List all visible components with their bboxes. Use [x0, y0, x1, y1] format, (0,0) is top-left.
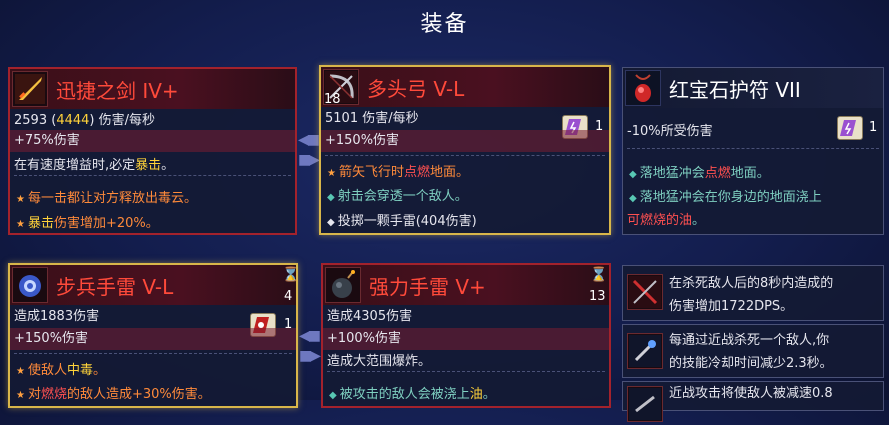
perk-text: 近战攻击将使敌人被减速0.8 [669, 386, 833, 401]
item-name: 步兵手雷 V-L [56, 275, 174, 299]
bonus-line: +150%伤害 [10, 328, 296, 350]
equipment-card-power-grenade[interactable]: 强力手雷 V+ ⌛ 13 造成4305伤害 +100%伤害 造成大范围爆炸。 ◆… [321, 263, 611, 408]
scroll-tag-icon[interactable] [837, 116, 863, 140]
dps-line: 2593 (4444) 伤害/每秒 [14, 113, 156, 128]
dps-line: 5101 伤害/每秒 [325, 111, 419, 126]
star-icon: ★ [16, 390, 25, 401]
diamond-icon: ◆ [327, 217, 335, 228]
effect-line: ◆ 落地猛冲会在你身边的地面浇上 [629, 190, 822, 205]
effect-line: ★ 对燃烧的敌人造成+30%伤害。 [16, 387, 211, 402]
diamond-icon: ◆ [327, 192, 335, 203]
equipment-card-grenade[interactable]: 步兵手雷 V-L ⌛ 4 造成1883伤害 1 +150%伤害 ★ 使敌人中毒。 … [8, 263, 300, 408]
effect-line: ◆ 投掷一颗手雷(404伤害) [327, 214, 477, 229]
effect-line: ★ 使敌人中毒。 [16, 363, 107, 378]
cooldown-icon [627, 333, 663, 369]
tag-count: 1 [869, 120, 878, 135]
star-icon: ★ [16, 194, 25, 205]
equipment-card-amulet[interactable]: 红宝石护符 VII -10%所受伤害 1 ◆ 落地猛冲会点燃地面。 ◆ 落地猛冲会在… [622, 67, 884, 235]
perk-card[interactable]: 在杀死敌人后的8秒内造成的 伤害增加1722DPS。 [622, 265, 884, 321]
perk-text: 伤害增加1722DPS。 [669, 299, 794, 314]
perk-card[interactable]: 每通过近战杀死一个敌人,你 的技能冷却时间减少2.3秒。 [622, 324, 884, 378]
sword-icon [12, 71, 48, 107]
item-name: 迅捷之剑 IV+ [56, 79, 179, 103]
arrow-left-icon: ◀■ [299, 328, 321, 344]
item-level: 18 [324, 92, 341, 107]
bow-icon: 18 [323, 69, 359, 107]
bonus-line: +150%伤害 [321, 130, 609, 152]
effect-line: 造成大范围爆炸。 [327, 354, 432, 369]
charge-count: 13 [589, 289, 606, 304]
perk-text: 的技能冷却时间减少2.3秒。 [669, 356, 833, 371]
item-name: 红宝石护符 VII [669, 78, 801, 102]
equipment-card-sword[interactable]: 迅捷之剑 IV+ 2593 (4444) 伤害/每秒 +75%伤害 在有速度增益… [8, 67, 297, 235]
effect-line: ◆ 落地猛冲会点燃地面。 [629, 166, 770, 181]
item-name: 多头弓 V-L [367, 77, 465, 101]
hourglass-icon: ⌛ [590, 267, 608, 283]
arrow-right-icon: ■▶ [299, 348, 321, 364]
effect-line: ★ 箭矢飞行时点燃地面。 [327, 165, 470, 180]
effect-line: ★ 每一击都让对方释放出毒云。 [16, 191, 197, 206]
stat-line: -10%所受伤害 [627, 124, 713, 139]
crossed-blade-icon [627, 274, 663, 310]
effect-line: ◆ 被攻击的敌人会被浇上油。 [329, 387, 496, 402]
amulet-icon [625, 70, 661, 106]
charge-count: 4 [284, 289, 293, 304]
condition-line: 在有速度增益时,必定暴击。 [14, 158, 175, 173]
bomb-icon [325, 267, 361, 303]
effect-line: ★ 暴击伤害增加+20%。 [16, 216, 159, 231]
bonus-line: +100%伤害 [323, 328, 609, 350]
perk-text: 在杀死敌人后的8秒内造成的 [669, 276, 834, 291]
perk-card[interactable]: 近战攻击将使敌人被减速0.8 [622, 381, 884, 422]
arrow-left-icon: ◀■ [298, 132, 320, 148]
bonus-line: +75%伤害 [10, 130, 295, 152]
damage-line: 造成4305伤害 [327, 309, 413, 324]
star-icon: ★ [327, 168, 336, 179]
equipment-card-bow[interactable]: 18 多头弓 V-L 5101 伤害/每秒 1 +150%伤害 ★ 箭矢飞行时点燃… [319, 65, 611, 235]
perk-text: 每通过近战杀死一个敌人,你 [669, 333, 830, 348]
diamond-icon: ◆ [329, 390, 337, 401]
grenade-icon [12, 267, 48, 303]
arrow-right-icon: ■▶ [298, 152, 320, 168]
page-title: 装备 [420, 12, 469, 37]
hourglass-icon: ⌛ [282, 267, 300, 283]
star-icon: ★ [16, 219, 25, 230]
item-name: 强力手雷 V+ [369, 275, 486, 299]
star-icon: ★ [16, 366, 25, 377]
diamond-icon: ◆ [629, 169, 637, 180]
damage-line: 造成1883伤害 [14, 309, 100, 324]
diamond-icon: ◆ [629, 193, 637, 204]
slow-icon [627, 386, 663, 422]
effect-line: ◆ 射击会穿透一个敌人。 [327, 189, 468, 204]
effect-line: 可燃烧的油。 [627, 213, 706, 228]
